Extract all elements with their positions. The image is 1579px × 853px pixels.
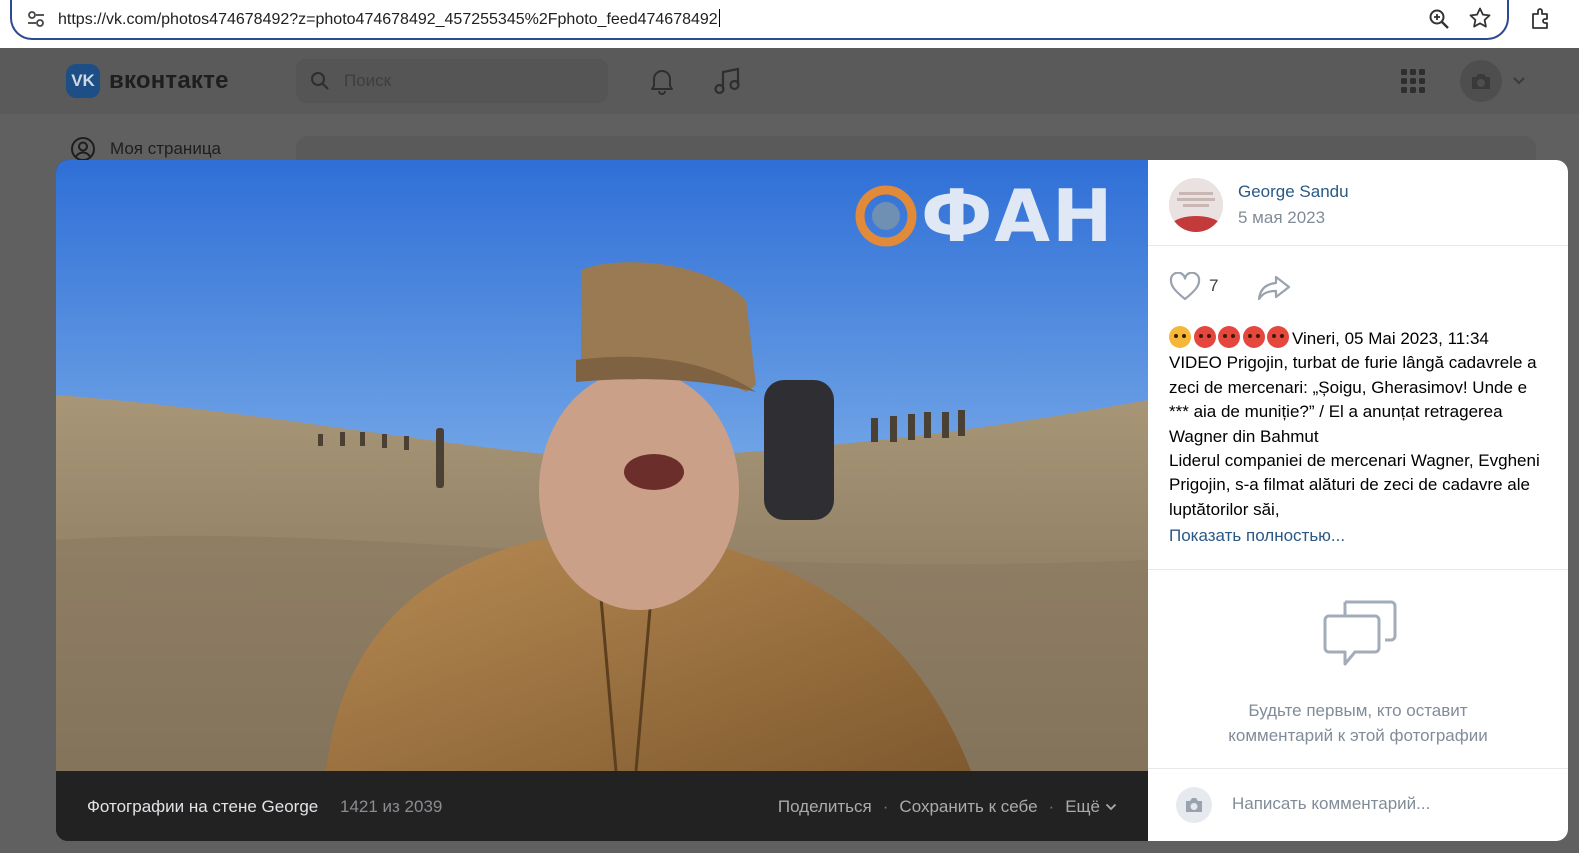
separator: · [1048,797,1055,816]
search-placeholder: Поиск [344,71,392,90]
angry-face-icon [1218,326,1241,348]
sidebar-item-my-page[interactable]: Моя страница [70,136,221,162]
music-icon[interactable] [712,66,742,96]
post-text-line: *** aia de muniție?” / El a anunțat retr… [1169,402,1503,422]
star-icon[interactable] [1468,6,1492,30]
comments-icon [1323,600,1397,666]
empty-comments-line: комментарий к этой фотографии [1228,726,1488,745]
vk-logo[interactable]: VK вконтакте [66,64,229,98]
vk-logo-text: вконтакте [109,67,229,94]
comment-composer [1148,769,1568,841]
post-text-line: Wagner din Bahmut [1169,426,1319,446]
sidebar-item-label: Моя страница [110,139,222,158]
post-date[interactable]: 5 мая 2023 [1238,208,1325,228]
angry-face-icon [1242,326,1265,348]
post-text-line: Vineri, 05 Mai 2023, 11:34 [1169,326,1553,351]
post-text-line: VIDEO Prigojin, turbat de furie lângă ca… [1169,353,1537,373]
post-text-line: Liderul companiei de mercenari Wagner, E… [1169,451,1540,471]
post-text-line: Prigojin, s-a filmat alături de zeci de … [1169,475,1530,495]
photo-viewer: ФАН Фотографии на стене George 1421 из 2… [56,160,1568,841]
camera-icon [1472,74,1490,89]
browser-toolbar: https://vk.com/photos474678492?z=photo47… [0,0,1579,48]
share-button[interactable]: Поделиться [778,797,872,817]
camera-icon [1186,798,1202,812]
album-link[interactable]: Фотографии на стене George [87,797,318,817]
chevron-down-icon[interactable] [1512,76,1526,86]
search-icon [311,72,329,90]
post-author: George Sandu 5 мая 2023 [1148,160,1568,246]
heart-icon[interactable] [1169,272,1201,302]
post-side-panel: George Sandu 5 мая 2023 7 Vineri, 05 Mai… [1148,160,1568,841]
post-text-dateline: Vineri, 05 Mai 2023, 11:34 [1291,329,1489,348]
post-text-line: luptătorilor săi, [1169,499,1280,519]
search-box[interactable]: Поиск [296,59,608,103]
photo-image[interactable]: ФАН [56,160,1148,771]
save-button[interactable]: Сохранить к себе [899,797,1037,817]
vk-header: VK вконтакте Поиск [0,48,1579,114]
address-bar[interactable]: https://vk.com/photos474678492?z=photo47… [10,0,1509,40]
more-button[interactable]: Ещё [1065,797,1100,817]
empty-comments-line: Будьте первым, кто оставит [1248,701,1468,720]
attach-photo-button[interactable] [1176,787,1212,823]
photo-counter: 1421 из 2039 [340,797,443,816]
post-text: Vineri, 05 Mai 2023, 11:34 VIDEO Prigoji… [1169,326,1553,522]
vk-logo-mark: VK [66,64,100,98]
photo-footer: Фотографии на стене George 1421 из 2039 … [56,771,1148,841]
photo-actions: Поделиться · Сохранить к себе · Ещё [778,797,1117,817]
extensions-icon[interactable] [1528,6,1554,32]
author-avatar[interactable] [1169,178,1223,232]
chevron-down-icon[interactable] [1105,803,1117,811]
profile-avatar[interactable] [1460,60,1502,102]
apps-grid-icon[interactable] [1400,68,1426,94]
empty-comments-text: Будьте первым, кто оставит комментарий к… [1148,698,1568,748]
user-icon [71,137,95,161]
divider [1148,569,1568,570]
share-icon[interactable] [1256,272,1292,302]
tune-icon[interactable] [26,9,46,29]
photo-area: ФАН Фотографии на стене George 1421 из 2… [56,160,1148,841]
angry-face-icon [1193,326,1216,348]
comment-input[interactable] [1232,789,1552,819]
show-more-link[interactable]: Показать полностью... [1169,526,1345,546]
angry-face-icon [1267,326,1290,348]
like-count: 7 [1209,276,1219,295]
fearful-face-icon [1169,326,1191,348]
address-url[interactable]: https://vk.com/photos474678492?z=photo47… [58,9,720,29]
author-name[interactable]: George Sandu [1238,182,1349,202]
zoom-icon[interactable] [1428,8,1450,30]
watermark-text: ФАН [921,174,1115,258]
separator: · [882,797,889,816]
bell-icon[interactable] [648,66,676,96]
reactions-bar: 7 [1169,270,1549,302]
post-text-line: zeci de mercenari: „Șoigu, Gherasimov! U… [1169,377,1528,397]
